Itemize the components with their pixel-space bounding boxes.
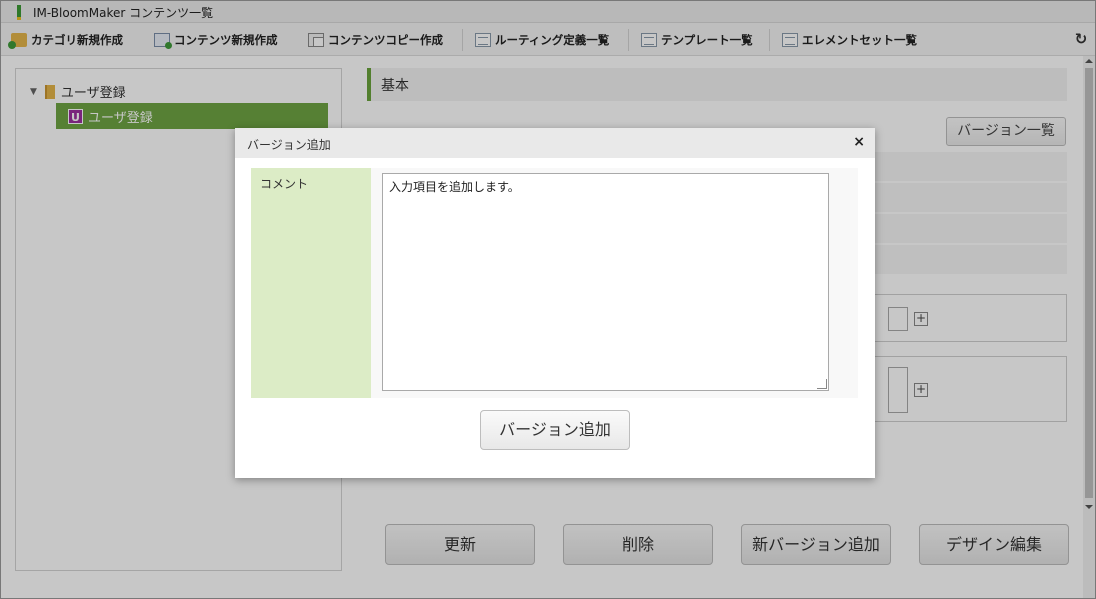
dialog-title: バージョン追加 <box>247 138 331 152</box>
comment-label: コメント <box>251 168 371 398</box>
comment-form-row: コメント 入力項目を追加します。 <box>251 168 858 398</box>
dialog-title-bar: バージョン追加 <box>235 128 875 158</box>
comment-textarea[interactable]: 入力項目を追加します。 <box>382 173 829 391</box>
close-icon[interactable]: × <box>853 134 865 150</box>
add-version-submit-button[interactable]: バージョン追加 <box>480 410 630 450</box>
add-version-dialog: バージョン追加 × コメント 入力項目を追加します。 バージョン追加 <box>235 128 875 478</box>
resize-grip-icon[interactable] <box>817 379 827 389</box>
